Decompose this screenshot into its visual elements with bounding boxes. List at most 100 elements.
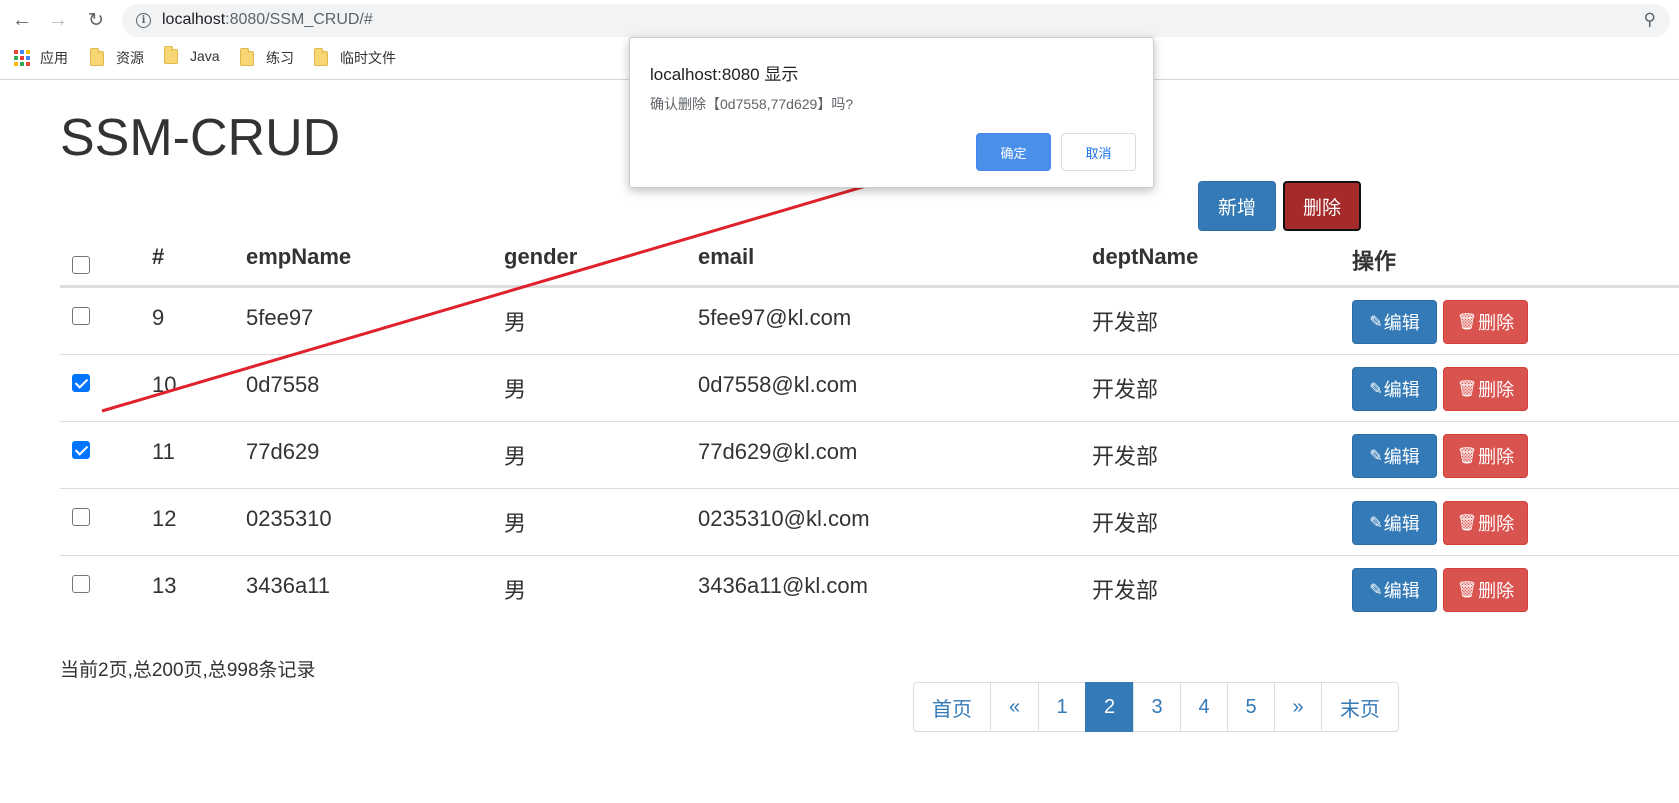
edit-label: 编辑 [1383,313,1420,333]
trash-icon: 🗑 [1456,448,1478,465]
cell-id: 12 [152,506,177,531]
bookmark-label: 临时文件 [340,50,396,66]
url-text[interactable]: localhost:8080/SSM_CRUD/# [162,11,373,29]
pagination: 首页 « 1 2 3 4 5 » 末页 [913,682,1399,732]
cell-deptname: 开发部 [1092,377,1159,402]
table-row: 11 77d629 男 77d629@kl.com 开发部 ✎ 编辑 🗑 删除 [60,422,1679,489]
header-email: email [698,244,755,269]
header-gender: gender [504,244,578,269]
folder-icon [240,47,254,66]
page-2[interactable]: 2 [1085,682,1134,732]
cell-email: 77d629@kl.com [698,439,858,464]
page-next[interactable]: » [1274,682,1322,732]
header-empname: empName [246,244,352,269]
pencil-icon: ✎ [1369,314,1383,331]
page-prev[interactable]: « [990,682,1039,732]
bookmark-label: 练习 [266,50,294,66]
edit-button[interactable]: ✎ 编辑 [1352,367,1437,411]
delete-label: 删除 [1478,581,1515,601]
bookmark-label: Java [190,48,220,64]
bookmark-label: 应用 [40,50,68,66]
back-arrow-icon[interactable]: ← [10,8,34,32]
cancel-button[interactable]: 取消 [1061,133,1136,171]
cell-email: 3436a11@kl.com [698,573,868,598]
edit-button[interactable]: ✎ 编辑 [1352,434,1437,478]
header-deptname: deptName [1092,244,1199,269]
cell-gender: 男 [504,310,527,335]
cell-deptname: 开发部 [1092,511,1159,536]
delete-label: 删除 [1478,447,1515,467]
pencil-icon: ✎ [1369,582,1383,599]
cell-deptname: 开发部 [1092,578,1159,603]
table-row: 9 5fee97 男 5fee97@kl.com 开发部 ✎ 编辑 🗑 删除 [60,288,1679,355]
table-row: 10 0d7558 男 0d7558@kl.com 开发部 ✎ 编辑 🗑 删除 [60,355,1679,422]
edit-button[interactable]: ✎ 编辑 [1352,300,1437,344]
page-4[interactable]: 4 [1180,682,1228,732]
zoom-icon[interactable]: ⚲ [1644,10,1656,30]
cell-gender: 男 [504,377,527,402]
address-bar[interactable]: i localhost:8080/SSM_CRUD/# ⚲ [122,4,1670,37]
row-checkbox[interactable] [72,508,90,526]
apps-grid-icon [14,50,30,66]
header-id: # [152,244,165,269]
info-icon[interactable]: i [136,13,151,28]
edit-label: 编辑 [1383,447,1420,467]
trash-icon: 🗑 [1456,381,1478,398]
confirm-button[interactable]: 确定 [976,133,1051,171]
delete-button[interactable]: 🗑 删除 [1443,501,1528,545]
bookmark-folder[interactable]: 练习 [240,47,294,68]
delete-button[interactable]: 🗑 删除 [1443,367,1528,411]
pencil-icon: ✎ [1369,381,1383,398]
cell-id: 11 [152,439,175,464]
table-row: 12 0235310 男 0235310@kl.com 开发部 ✎ 编辑 🗑 删除 [60,489,1679,556]
bookmark-folder[interactable]: 资源 [90,47,144,68]
bookmark-apps[interactable]: 应用 [14,48,68,68]
edit-button[interactable]: ✎ 编辑 [1352,501,1437,545]
cell-id: 10 [152,372,177,397]
cell-deptname: 开发部 [1092,310,1159,335]
edit-label: 编辑 [1383,581,1420,601]
select-all-checkbox[interactable] [72,256,90,274]
url-path: :8080/SSM_CRUD/# [225,11,373,28]
cell-id: 9 [152,305,165,330]
cell-gender: 男 [504,511,527,536]
page-3[interactable]: 3 [1133,682,1181,732]
delete-button[interactable]: 🗑 删除 [1443,300,1528,344]
reload-icon[interactable]: ↻ [84,8,108,32]
edit-button[interactable]: ✎ 编辑 [1352,568,1437,612]
trash-icon: 🗑 [1456,314,1478,331]
page-1[interactable]: 1 [1038,682,1086,732]
cell-empname: 5fee97 [246,305,314,330]
cell-id: 13 [152,573,177,598]
row-checkbox[interactable] [72,374,90,392]
delete-label: 删除 [1478,514,1515,534]
table-header: # empName gender email deptName 操作 [60,232,1679,288]
page-first[interactable]: 首页 [913,682,991,732]
delete-button[interactable]: 🗑 删除 [1443,434,1528,478]
row-checkbox[interactable] [72,441,90,459]
trash-icon: 🗑 [1456,582,1478,599]
cell-empname: 77d629 [246,439,320,464]
folder-icon [314,47,328,66]
folder-icon [90,47,104,66]
page-info: 当前2页,总200页,总998条记录 [60,660,316,681]
add-button[interactable]: 新增 [1198,181,1276,231]
pencil-icon: ✎ [1369,515,1383,532]
row-checkbox[interactable] [72,575,90,593]
forward-arrow-icon[interactable]: → [46,8,70,32]
cell-empname: 0d7558 [246,372,320,397]
dialog-title: localhost:8080 显示 [650,65,799,84]
trash-icon: 🗑 [1456,515,1478,532]
header-actions: 操作 [1352,249,1397,274]
bookmark-folder[interactable]: 临时文件 [314,47,396,68]
page-last[interactable]: 末页 [1321,682,1399,732]
bookmark-folder[interactable]: Java [164,45,220,64]
page-title: SSM-CRUD [60,109,341,167]
page-5[interactable]: 5 [1227,682,1275,732]
delete-button[interactable]: 🗑 删除 [1443,568,1528,612]
bulk-delete-button[interactable]: 删除 [1283,181,1361,231]
edit-label: 编辑 [1383,514,1420,534]
row-checkbox[interactable] [72,307,90,325]
table-row: 13 3436a11 男 3436a11@kl.com 开发部 ✎ 编辑 🗑 删除 [60,556,1679,623]
delete-label: 删除 [1478,313,1515,333]
